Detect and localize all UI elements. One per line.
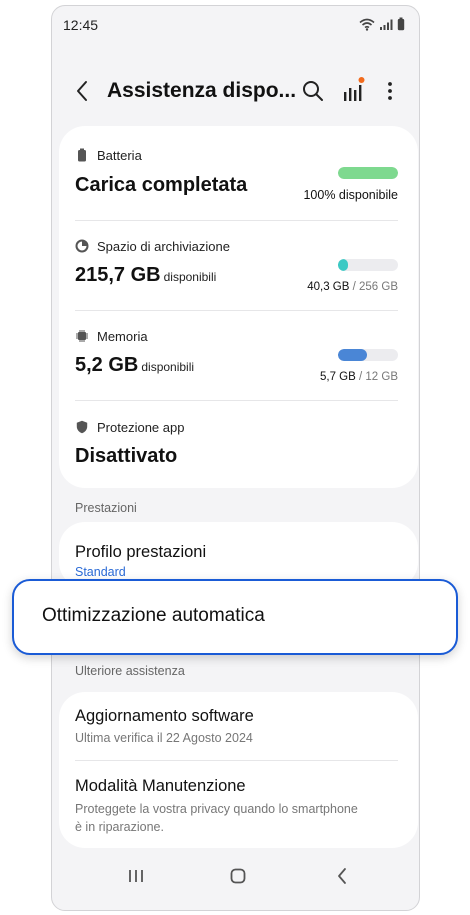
storage-bar-fill [338, 259, 348, 271]
maintenance-mode-subtitle-1: Proteggete la vostra privacy quando lo s… [75, 802, 358, 816]
battery-bar [338, 167, 398, 179]
maintenance-mode-title: Modalità Manutenzione [75, 777, 246, 795]
memory-usage: 5,7 GB / 12 GB [320, 371, 398, 383]
more-icon[interactable] [380, 78, 400, 104]
memory-row[interactable]: Memoria 5,2 GB disponibili 5,7 GB / 12 GB [75, 329, 398, 389]
battery-bar-fill [338, 167, 398, 179]
battery-status-icon [397, 17, 405, 31]
app-protection-status: Disattivato [75, 445, 178, 467]
auto-optimization-label: Ottimizzazione automatica [42, 605, 265, 626]
status-time: 12:45 [63, 17, 99, 33]
memory-total: / 12 GB [359, 371, 398, 383]
memory-value: 5,2 GB [75, 354, 139, 376]
notification-dot [358, 77, 365, 83]
memory-unit: disponibili [141, 360, 195, 374]
performance-section-header: Prestazioni [75, 501, 137, 515]
storage-icon [75, 239, 89, 253]
page-title: Assistenza dispo... [107, 79, 297, 102]
storage-unit: disponibili [163, 270, 217, 284]
divider [75, 400, 398, 401]
maintenance-mode-subtitle-2: è in riparazione. [75, 820, 164, 834]
memory-icon [76, 330, 88, 342]
storage-value: 215,7 GB [75, 264, 161, 286]
maintenance-mode-item[interactable]: Modalità Manutenzione Proteggete la vost… [59, 761, 418, 848]
software-update-item[interactable]: Aggiornamento software Ultima verifica i… [59, 692, 418, 760]
memory-bar [338, 349, 398, 361]
battery-available: 100% disponibile [303, 188, 398, 202]
divider [75, 220, 398, 221]
memory-label: Memoria [97, 329, 148, 344]
battery-row[interactable]: Batteria Carica completata 100% disponib… [75, 148, 398, 208]
storage-row[interactable]: Spazio di archiviazione 215,7 GB disponib… [75, 239, 398, 299]
performance-profile-title: Profilo prestazioni [75, 543, 207, 561]
battery-label: Batteria [97, 148, 142, 163]
storage-bar [338, 259, 398, 271]
app-bar: Assistenza dispo... [52, 68, 419, 114]
storage-used: 40,3 GB [307, 281, 350, 293]
app-protection-label: Protezione app [97, 420, 185, 435]
memory-bar-fill [338, 349, 367, 361]
back-icon[interactable] [70, 78, 96, 104]
nav-back-icon[interactable] [328, 862, 356, 890]
navigation-bar [52, 850, 419, 910]
software-update-subtitle: Ultima verifica il 22 Agosto 2024 [75, 731, 253, 745]
recents-icon[interactable] [122, 862, 150, 890]
home-icon[interactable] [224, 862, 252, 890]
storage-total: / 256 GB [352, 281, 398, 293]
device-status-card: Batteria Carica completata 100% disponib… [59, 126, 418, 488]
status-bar: 12:45 [52, 6, 419, 44]
auto-optimization-item[interactable]: Ottimizzazione automatica [12, 579, 458, 655]
search-icon[interactable] [300, 78, 326, 104]
battery-icon [78, 148, 86, 162]
signal-icon [380, 19, 393, 30]
memory-used: 5,7 GB [319, 371, 356, 383]
shield-icon [76, 420, 88, 434]
wifi-icon [359, 18, 375, 31]
storage-usage: 40,3 GB / 256 GB [307, 281, 398, 293]
status-icons [359, 17, 405, 31]
app-protection-row[interactable]: Protezione app Disattivato [75, 420, 398, 476]
phone-screen: 12:45 Assistenza dispo... Batteria Caric… [51, 5, 420, 911]
stats-icon[interactable] [340, 76, 366, 104]
storage-label: Spazio di archiviazione [97, 239, 230, 254]
more-section-header: Ulteriore assistenza [75, 664, 185, 678]
software-update-title: Aggiornamento software [75, 707, 254, 725]
divider [75, 310, 398, 311]
battery-status: Carica completata [75, 174, 248, 196]
more-assistance-card: Aggiornamento software Ultima verifica i… [59, 692, 418, 848]
